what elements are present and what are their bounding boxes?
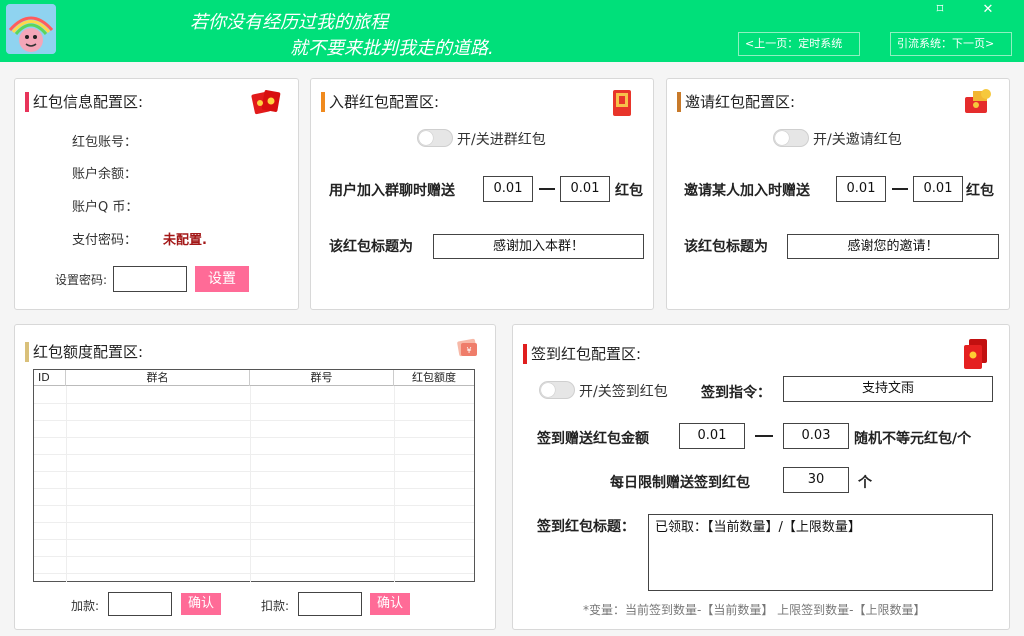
add-funds-confirm-button[interactable]: 确认 xyxy=(181,593,221,615)
column-header-id[interactable]: ID xyxy=(34,370,66,386)
signin-gift-label: 签到赠送红包金额 xyxy=(537,431,649,447)
info-panel-title: 红包信息配置区: xyxy=(25,91,143,112)
grid-line xyxy=(250,386,251,582)
signin-min-input[interactable]: 0.01 xyxy=(679,423,745,449)
range-dash xyxy=(892,188,908,190)
paypwd-status: 未配置. xyxy=(163,233,207,248)
grid-line xyxy=(34,539,474,540)
close-icon: ✕ xyxy=(982,2,994,17)
avatar xyxy=(6,4,56,54)
invite-title-label: 该红包标题为 xyxy=(684,239,768,255)
invite-unit-label: 红包 xyxy=(966,183,994,199)
panel-accent-bar xyxy=(25,342,29,362)
red-envelope-icon xyxy=(251,87,281,117)
paypwd-label: 支付密码： xyxy=(72,233,138,248)
daily-limit-input[interactable]: 30 xyxy=(783,467,849,493)
grid-line xyxy=(34,454,474,455)
grid-line xyxy=(34,437,474,438)
setpwd-input[interactable] xyxy=(113,266,187,292)
column-header-group-name[interactable]: 群名 xyxy=(66,370,250,386)
signin-max-input[interactable]: 0.03 xyxy=(783,423,849,449)
join-panel-title: 入群红包配置区: xyxy=(321,91,439,112)
add-funds-label: 加款: xyxy=(71,599,100,613)
daily-limit-unit: 个 xyxy=(858,475,872,491)
join-redpacket-toggle[interactable] xyxy=(417,129,453,147)
range-dash xyxy=(755,435,773,437)
signin-toggle-label: 开/关签到红包 xyxy=(579,384,668,400)
variable-hint: *变量：当前签到数量-【当前数量】 上限签到数量-【上限数量】 xyxy=(583,603,926,617)
grid-line xyxy=(34,403,474,404)
range-dash xyxy=(539,188,555,190)
grid-line xyxy=(34,488,474,489)
grid-line xyxy=(34,573,474,574)
close-window-button[interactable]: ✕ xyxy=(966,0,1010,20)
invite-gift-label: 邀请某人加入时赠送 xyxy=(684,183,810,199)
signin-unit-label: 随机不等元红包/个 xyxy=(854,431,972,447)
signin-command-label: 签到指令： xyxy=(701,385,771,401)
panel-accent-bar xyxy=(321,92,325,112)
invite-redpacket-toggle[interactable] xyxy=(773,129,809,147)
join-toggle-label: 开/关进群红包 xyxy=(457,132,546,148)
column-header-group-number[interactable]: 群号 xyxy=(250,370,394,386)
set-password-button[interactable]: 设置 xyxy=(195,266,249,292)
grid-line xyxy=(34,471,474,472)
setpwd-label: 设置密码: xyxy=(55,273,108,287)
quota-panel: 红包额度配置区: ¥ ID 群名 群号 红包额度 加款: 确认 扣款: 确认 xyxy=(14,324,496,630)
signin-redpacket-toggle[interactable] xyxy=(539,381,575,399)
invite-panel: 邀请红包配置区: 开/关邀请红包 邀请某人加入时赠送 0.01 0.01 红包 … xyxy=(666,78,1010,310)
slogan-line-2: 就不要来批判我走的道路. xyxy=(290,38,494,59)
title-bar: 若你没有经历过我的旅程 就不要来批判我走的道路. ⌑ ✕ <上一页：定时系统 引… xyxy=(0,0,1024,62)
invite-title-input[interactable]: 感谢您的邀请！ xyxy=(787,234,999,259)
join-title-label: 该红包标题为 xyxy=(329,239,413,255)
quota-table[interactable]: ID 群名 群号 红包额度 xyxy=(33,369,475,582)
panel-accent-bar xyxy=(677,92,681,112)
join-max-input[interactable]: 0.01 xyxy=(560,176,610,202)
join-title-input[interactable]: 感谢加入本群！ xyxy=(433,234,644,259)
signin-panel-title: 签到红包配置区: xyxy=(523,343,641,364)
info-panel: 红包信息配置区: 红包账号： 账户余额： 账户Q 币： 支付密码： 未配置. 设… xyxy=(14,78,299,310)
panel-accent-bar xyxy=(25,92,29,112)
red-envelope-stack-icon xyxy=(961,337,993,371)
join-min-input[interactable]: 0.01 xyxy=(483,176,533,202)
signin-panel: 签到红包配置区: 开/关签到红包 签到指令： 支持文雨 签到赠送红包金额 0.0… xyxy=(512,324,1010,630)
deduct-funds-confirm-button[interactable]: 确认 xyxy=(370,593,410,615)
coupon-icon: ¥ xyxy=(455,335,481,361)
account-label: 红包账号： xyxy=(72,135,138,150)
grid-line xyxy=(34,522,474,523)
quota-panel-title: 红包额度配置区: xyxy=(25,341,143,362)
grid-line xyxy=(34,556,474,557)
restore-window-button[interactable]: ⌑ xyxy=(918,0,962,20)
invite-max-input[interactable]: 0.01 xyxy=(913,176,963,202)
invite-panel-title: 邀请红包配置区: xyxy=(677,91,795,112)
daily-limit-label: 每日限制赠送签到红包 xyxy=(610,475,750,491)
invite-toggle-label: 开/关邀请红包 xyxy=(813,132,902,148)
next-page-button[interactable]: 引流系统：下一页> xyxy=(890,32,1012,56)
table-header: ID 群名 群号 红包额度 xyxy=(34,370,474,386)
prev-page-button[interactable]: <上一页：定时系统 xyxy=(738,32,860,56)
column-header-quota[interactable]: 红包额度 xyxy=(394,370,474,386)
join-panel: 入群红包配置区: 开/关进群红包 用户加入群聊时赠送 0.01 0.01 红包 … xyxy=(310,78,654,310)
deduct-funds-label: 扣款: xyxy=(261,599,290,613)
invite-min-input[interactable]: 0.01 xyxy=(836,176,886,202)
envelope-book-icon xyxy=(607,87,637,117)
deduct-funds-input[interactable] xyxy=(298,592,362,616)
grid-line xyxy=(394,386,395,582)
panel-accent-bar xyxy=(523,344,527,364)
balance-label: 账户余额： xyxy=(72,167,138,182)
grid-line xyxy=(66,386,67,582)
grid-line xyxy=(34,420,474,421)
slogan-line-1: 若你没有经历过我的旅程 xyxy=(190,12,388,33)
signin-title-textarea[interactable]: 已领取：【当前数量】/【上限数量】 xyxy=(648,514,993,591)
qcoin-label: 账户Q 币： xyxy=(72,200,139,215)
svg-text:¥: ¥ xyxy=(466,346,471,355)
join-unit-label: 红包 xyxy=(615,183,643,199)
add-funds-input[interactable] xyxy=(108,592,172,616)
join-gift-label: 用户加入群聊时赠送 xyxy=(329,183,455,199)
main-content: 红包信息配置区: 红包账号： 账户余额： 账户Q 币： 支付密码： 未配置. 设… xyxy=(0,62,1024,636)
gift-envelope-icon xyxy=(961,85,991,115)
signin-command-input[interactable]: 支持文雨 xyxy=(783,376,993,402)
restore-icon: ⌑ xyxy=(936,2,944,17)
grid-line xyxy=(34,505,474,506)
signin-title-label: 签到红包标题： xyxy=(537,519,635,535)
